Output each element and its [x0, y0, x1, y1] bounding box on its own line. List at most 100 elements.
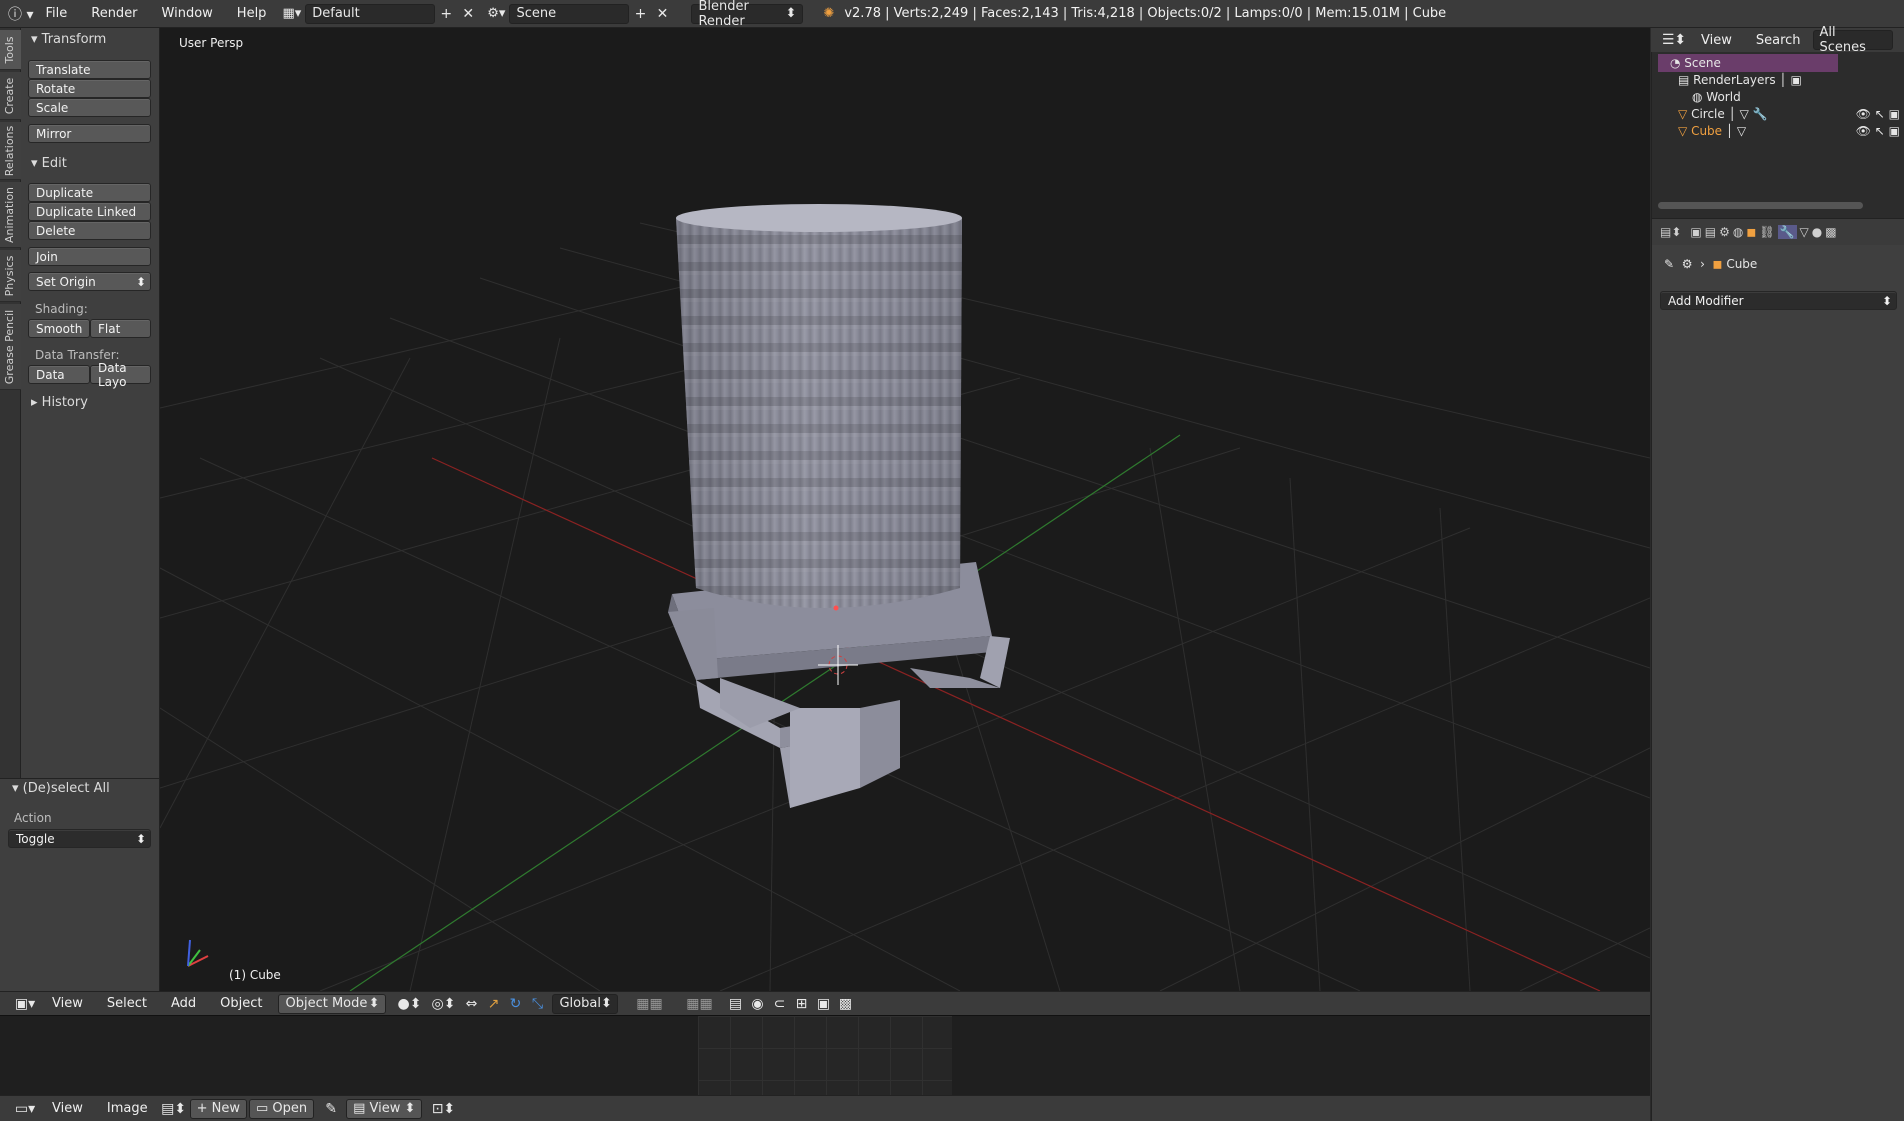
duplicate-linked-button[interactable]: Duplicate Linked: [28, 202, 151, 221]
history-panel-header[interactable]: ▸ History: [31, 395, 88, 410]
cube-label: Cube: [1691, 124, 1723, 138]
pivot-point-icon[interactable]: ◎⬍: [426, 994, 460, 1014]
outliner-scrollbar[interactable]: [1658, 202, 1863, 209]
outliner-editor-type-icon[interactable]: ☰⬍: [1659, 30, 1689, 50]
set-origin-dropdown[interactable]: Set Origin ⬍: [28, 272, 151, 291]
join-button[interactable]: Join: [28, 247, 151, 266]
menu-window[interactable]: Window: [150, 0, 225, 28]
deselect-all-header[interactable]: ▾ (De)select All: [12, 781, 110, 796]
tab-grease-pencil[interactable]: Grease Pencil: [0, 304, 21, 390]
rotate-button[interactable]: Rotate: [28, 79, 151, 98]
menu-render[interactable]: Render: [79, 0, 149, 28]
image-view-selector[interactable]: ▤ View ⬍: [346, 1098, 423, 1119]
world-tab-icon[interactable]: ◍: [1733, 225, 1743, 239]
renderlayers-tab-icon[interactable]: ▤: [1705, 225, 1716, 239]
info-editor-type-icon[interactable]: ⓘ ▾: [8, 0, 33, 28]
scene-tab-icon[interactable]: ⚙: [1719, 225, 1730, 239]
image-browse-icon[interactable]: ▤⬍: [160, 1099, 188, 1119]
image-editor-area[interactable]: [0, 1015, 1650, 1096]
outliner-item-world[interactable]: ◍ World: [1692, 88, 1741, 106]
layout-icon[interactable]: ▦▾: [282, 0, 301, 28]
menu-add[interactable]: Add: [159, 996, 208, 1011]
cylinder-ribs: [676, 218, 962, 608]
outliner-menu-view[interactable]: View: [1689, 33, 1744, 48]
viewport-shading-icon[interactable]: ●⬍: [392, 994, 426, 1014]
tab-tools[interactable]: Tools: [0, 30, 21, 70]
render-engine-selector[interactable]: Blender Render ⬍: [691, 0, 804, 29]
pin-context-icon[interactable]: ✎: [1664, 257, 1674, 271]
orientation-selector[interactable]: Global ⬍: [552, 993, 619, 1014]
editor-type-icon[interactable]: ▣▾: [10, 994, 40, 1014]
outliner-item-cube[interactable]: ▽ Cube │ ▽ 👁 ↖ ▣: [1678, 122, 1900, 140]
scale-button[interactable]: Scale: [28, 98, 151, 117]
duplicate-button[interactable]: Duplicate: [28, 183, 151, 202]
menu-select[interactable]: Select: [95, 996, 159, 1011]
render-icon[interactable]: ▣: [812, 994, 834, 1014]
proportional-edit-icon[interactable]: ◉: [746, 994, 768, 1014]
data-tab-icon[interactable]: ▽: [1800, 225, 1809, 239]
pin-icon[interactable]: ✎: [320, 1099, 342, 1119]
translate-manipulator-icon[interactable]: ↗: [482, 994, 504, 1014]
render-tab-icon[interactable]: ▣: [1690, 225, 1701, 239]
open-image-button[interactable]: ▭ Open: [248, 1098, 315, 1119]
snap-element-icon[interactable]: ⊞: [790, 994, 812, 1014]
scene-selector[interactable]: Scene: [509, 3, 630, 24]
outliner-filter-selector[interactable]: All Scenes: [1812, 25, 1893, 55]
menu-help[interactable]: Help: [225, 0, 279, 28]
translate-button[interactable]: Translate: [28, 60, 151, 79]
new-image-button[interactable]: + New: [189, 1098, 247, 1119]
tab-physics[interactable]: Physics: [0, 250, 21, 302]
data-layout-button[interactable]: Data Layo: [90, 361, 151, 389]
mode-selector[interactable]: Object Mode ⬍: [278, 993, 387, 1014]
3d-viewport[interactable]: User Persp (1) Cube: [160, 28, 1650, 991]
menu-view[interactable]: View: [40, 996, 95, 1011]
open-image-label: Open: [272, 1101, 308, 1116]
props-editor-type-icon[interactable]: ▤⬍: [1660, 225, 1681, 239]
snap-toggle-icon[interactable]: ⊂: [768, 994, 790, 1014]
manipulator-toggle-icon[interactable]: ⇔: [460, 994, 482, 1014]
remove-scene-button[interactable]: ✕: [651, 4, 673, 24]
rotate-manipulator-icon[interactable]: ↻: [504, 994, 526, 1014]
remove-layout-button[interactable]: ✕: [457, 4, 479, 24]
render-anim-icon[interactable]: ▩: [834, 994, 856, 1014]
add-layout-button[interactable]: +: [435, 4, 457, 24]
smooth-button[interactable]: Smooth: [28, 319, 90, 338]
layout-selector[interactable]: Default: [305, 3, 436, 24]
mirror-button[interactable]: Mirror: [28, 124, 151, 143]
flat-button[interactable]: Flat: [90, 319, 151, 338]
circle-visibility-icons[interactable]: 👁 ↖ ▣: [1856, 107, 1900, 121]
add-modifier-dropdown[interactable]: Add Modifier ⬍: [1660, 291, 1897, 310]
edit-panel-header[interactable]: ▾ Edit: [31, 156, 67, 171]
outliner-menu-search[interactable]: Search: [1744, 33, 1813, 48]
object-tab-icon[interactable]: ◼: [1746, 225, 1756, 239]
outliner-item-renderlayers[interactable]: ▤ RenderLayers │ ▣: [1678, 71, 1802, 89]
image-menu-image[interactable]: Image: [95, 1101, 160, 1116]
outliner-item-circle[interactable]: ▽ Circle │ ▽ 🔧 👁 ↖ ▣: [1678, 105, 1900, 123]
transform-panel-header[interactable]: ▾ Transform: [31, 32, 106, 47]
tab-relations[interactable]: Relations: [0, 122, 21, 180]
modifiers-tab-icon[interactable]: 🔧: [1777, 225, 1797, 239]
scale-manipulator-icon[interactable]: ⤡: [526, 994, 548, 1014]
texture-tab-icon[interactable]: ▩: [1825, 225, 1836, 239]
tab-animation[interactable]: Animation: [0, 182, 21, 248]
outliner-item-scene[interactable]: ◔ Scene: [1658, 54, 1838, 72]
cube-visibility-icons[interactable]: 👁 ↖ ▣: [1856, 124, 1900, 138]
data-button[interactable]: Data: [28, 365, 90, 384]
menu-object[interactable]: Object: [208, 996, 274, 1011]
scene-icon[interactable]: ⚙▾: [487, 0, 505, 28]
layers-grid-2-icon[interactable]: ▦▦: [674, 994, 724, 1014]
shading-label: Shading:: [35, 302, 88, 316]
pivot-icon[interactable]: ⊡⬍: [428, 1099, 458, 1119]
add-scene-button[interactable]: +: [629, 4, 651, 24]
menu-file[interactable]: File: [33, 0, 79, 28]
material-tab-icon[interactable]: ●: [1812, 225, 1822, 239]
image-editor-type-icon[interactable]: ▭▾: [10, 1099, 40, 1119]
delete-button[interactable]: Delete: [28, 221, 151, 240]
tab-create[interactable]: Create: [0, 72, 21, 120]
blender-logo-icon: ✺: [823, 6, 835, 21]
lock-layers-icon[interactable]: ▤: [724, 994, 746, 1014]
layers-grid-icon[interactable]: ▦▦: [624, 994, 674, 1014]
constraints-tab-icon[interactable]: ⛓: [1759, 225, 1774, 239]
action-dropdown[interactable]: Toggle ⬍: [8, 829, 151, 848]
image-menu-view[interactable]: View: [40, 1101, 95, 1116]
